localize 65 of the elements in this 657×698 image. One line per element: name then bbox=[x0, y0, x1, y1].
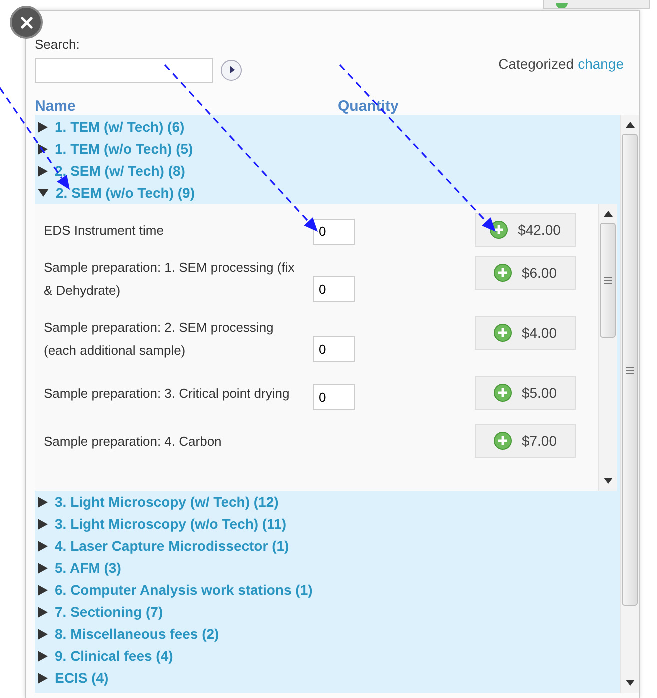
item-description: Sample preparation: 4. Carbon bbox=[44, 432, 223, 451]
close-button[interactable] bbox=[10, 6, 43, 39]
category-row[interactable]: 5. AFM (3) bbox=[35, 557, 122, 579]
add-price-button[interactable]: $7.00 bbox=[475, 424, 576, 458]
item-description: Sample preparation: 3. Critical point drying bbox=[44, 384, 291, 403]
quantity-field[interactable]: 0 bbox=[313, 218, 355, 244]
expand-triangle-icon[interactable] bbox=[38, 650, 48, 662]
expand-triangle-icon[interactable] bbox=[38, 606, 48, 618]
scrollbar[interactable] bbox=[598, 204, 617, 491]
category-row[interactable]: 3. Light Microscopy (w/ Tech) (12) bbox=[35, 491, 279, 513]
category-row[interactable]: 4. Laser Capture Microdissector (1) bbox=[35, 535, 290, 557]
grip-icon bbox=[626, 366, 634, 374]
expand-triangle-icon[interactable] bbox=[38, 518, 48, 530]
scrollbar-thumb[interactable] bbox=[600, 223, 616, 338]
scrollbar[interactable] bbox=[620, 115, 639, 693]
change-link[interactable]: change bbox=[578, 56, 624, 72]
expand-triangle-icon[interactable] bbox=[38, 122, 48, 132]
expand-triangle-icon[interactable] bbox=[38, 144, 48, 154]
grip-icon bbox=[604, 277, 612, 284]
add-price-button[interactable]: $4.00 bbox=[475, 316, 576, 350]
plus-circle-icon bbox=[494, 324, 512, 342]
add-icon bbox=[556, 3, 568, 8]
category-row[interactable]: 6. Computer Analysis work stations (1) bbox=[35, 579, 313, 601]
plus-circle-icon bbox=[494, 432, 512, 450]
play-icon bbox=[230, 66, 235, 74]
expand-triangle-icon[interactable] bbox=[38, 496, 48, 508]
category-row[interactable]: 2. SEM (w/o Tech) (9) bbox=[35, 182, 195, 204]
item-description: EDS Instrument time bbox=[44, 222, 165, 240]
search-go-button[interactable] bbox=[221, 60, 242, 80]
close-icon bbox=[20, 16, 32, 28]
quantity-field[interactable]: 0 bbox=[313, 276, 355, 302]
add-price-button[interactable]: $6.00 bbox=[475, 256, 576, 290]
scroll-down-icon[interactable] bbox=[626, 680, 635, 686]
expand-triangle-icon[interactable] bbox=[38, 540, 48, 552]
category-row[interactable]: 8. Miscellaneous fees (2) bbox=[35, 623, 220, 645]
scroll-up-icon[interactable] bbox=[604, 211, 612, 217]
expand-triangle-icon[interactable] bbox=[38, 628, 48, 640]
item-description: Sample preparation: 1. SEM processing (fix & Dehydrate) bbox=[44, 259, 296, 300]
scroll-up-icon[interactable] bbox=[626, 122, 635, 128]
expand-triangle-icon[interactable] bbox=[38, 166, 48, 176]
item-description: Sample preparation: 2. SEM processing (each additional sample) bbox=[44, 319, 275, 360]
category-row[interactable]: 1. TEM (w/ Tech) (6) bbox=[35, 116, 185, 138]
category-row[interactable]: 1. TEM (w/o Tech) (5) bbox=[35, 138, 194, 160]
scroll-down-icon[interactable] bbox=[604, 478, 612, 484]
plus-circle-icon bbox=[494, 384, 512, 402]
expand-triangle-icon[interactable] bbox=[38, 562, 48, 574]
view-mode-label: Categorized bbox=[498, 56, 574, 72]
collapse-triangle-icon[interactable] bbox=[38, 189, 49, 197]
column-header: Name bbox=[35, 98, 77, 115]
search-field[interactable] bbox=[35, 58, 213, 82]
plus-circle-icon bbox=[494, 264, 512, 282]
category-row[interactable]: 7. Sectioning (7) bbox=[35, 601, 164, 623]
category-row[interactable]: 9. Clinical fees (4) bbox=[35, 645, 174, 667]
search-label: Search: bbox=[35, 37, 81, 54]
add-price-button[interactable]: $5.00 bbox=[475, 376, 576, 410]
quantity-field[interactable]: 0 bbox=[313, 384, 355, 410]
expand-triangle-icon[interactable] bbox=[38, 584, 48, 596]
column-header: Quantity bbox=[338, 98, 399, 115]
add-price-button[interactable]: $42.00 bbox=[475, 213, 576, 247]
category-row[interactable]: 3. Light Microscopy (w/o Tech) (11) bbox=[35, 513, 287, 535]
quantity-field[interactable]: 0 bbox=[313, 336, 355, 362]
category-row[interactable]: 2. SEM (w/ Tech) (8) bbox=[35, 160, 186, 182]
expand-triangle-icon[interactable] bbox=[38, 672, 48, 684]
category-row[interactable]: ECIS (4) bbox=[35, 667, 109, 689]
scrollbar-thumb[interactable] bbox=[622, 134, 638, 606]
